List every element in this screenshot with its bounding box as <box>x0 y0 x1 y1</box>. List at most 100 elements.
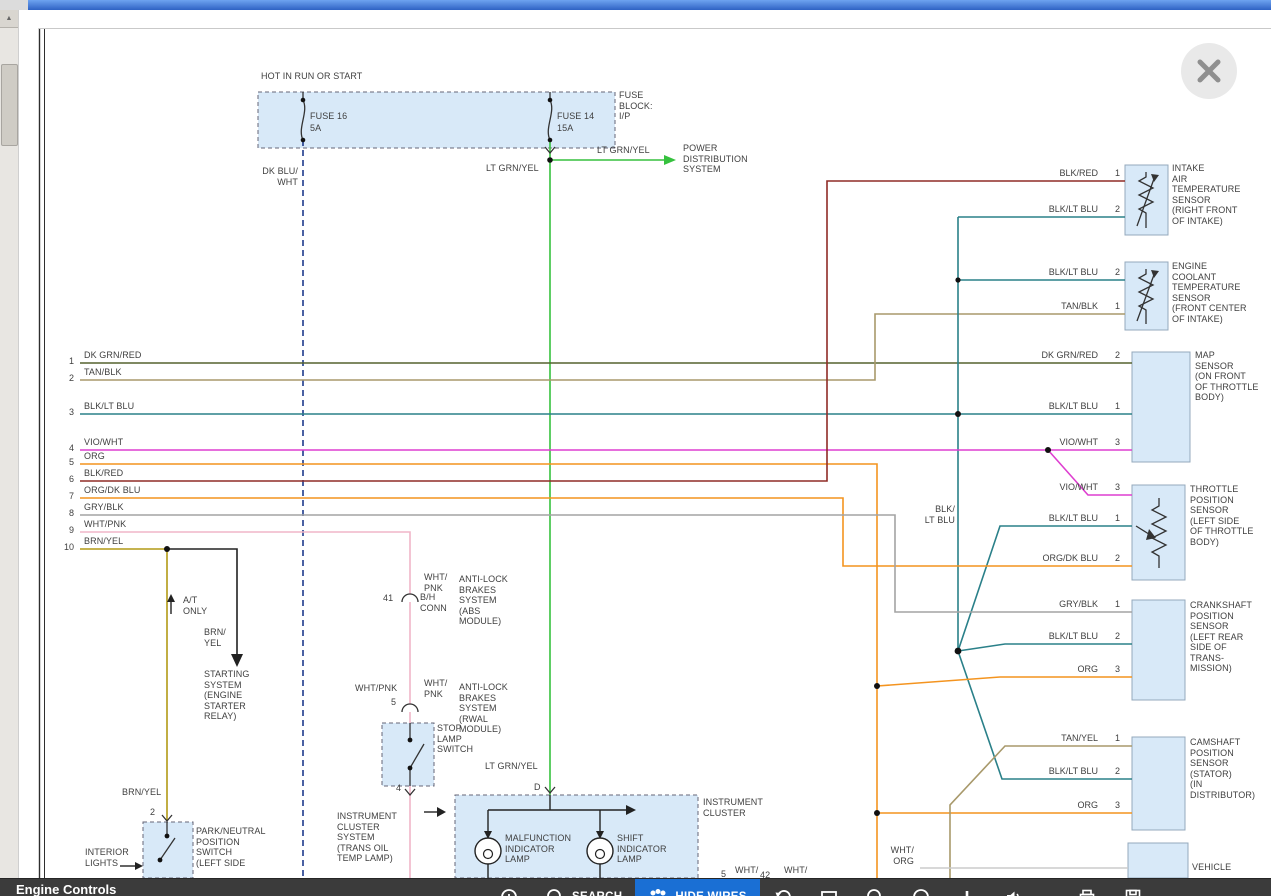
magnifier-button[interactable] <box>852 879 898 896</box>
magnifier-icon <box>865 887 885 896</box>
fit-page-icon <box>819 887 839 896</box>
wire-9-number: 9 <box>58 525 74 535</box>
wire-10-label: BRN/YEL <box>84 536 123 547</box>
wire-5-number: 5 <box>58 457 74 467</box>
bottom-wht-a-label: WHT/ <box>735 865 758 876</box>
conn-41-label: 41 <box>383 593 393 604</box>
undo-button[interactable] <box>760 879 806 896</box>
ckp-pin-3: ORG3 <box>965 664 1120 674</box>
hot-in-run-label: HOT IN RUN OR START <box>261 71 362 82</box>
ect-pin-2: BLK/LT BLU2 <box>965 267 1120 277</box>
title-bar-corner <box>0 0 28 10</box>
brn-yel-mid-label: BRN/ YEL <box>204 627 226 648</box>
fuse14-label: FUSE 14 <box>557 111 594 122</box>
wire-8-label: GRY/BLK <box>84 502 124 513</box>
scrollbar-thumb[interactable] <box>1 64 18 146</box>
wire-blk-red <box>80 181 1125 481</box>
fit-page-button[interactable] <box>806 879 852 896</box>
wire-tan-blk <box>80 314 1125 380</box>
search-button[interactable]: SEARCH <box>532 879 635 896</box>
stop-lamp-switch-symbol <box>408 723 424 786</box>
search-icon <box>545 887 565 896</box>
pn-pin-label: 2 <box>150 807 155 818</box>
wire-3-number: 3 <box>58 407 74 417</box>
printer-icon <box>1077 887 1097 896</box>
lt-grn-yel-bottom-label: LT GRN/YEL <box>485 761 538 772</box>
search-label: SEARCH <box>572 891 622 896</box>
wire-4-number: 4 <box>58 443 74 453</box>
mil-label: MALFUNCTION INDICATOR LAMP <box>505 833 571 865</box>
ckp-sensor-label: CRANKSHAFT POSITION SENSOR (LEFT REAR SI… <box>1190 600 1252 674</box>
hide-wires-button[interactable]: HIDE WIRES <box>635 879 759 896</box>
dk-blu-wht-label: DK BLU/ WHT <box>240 166 298 187</box>
page-edge <box>39 28 1271 878</box>
tps-pin-1: BLK/LT BLU1 <box>965 513 1120 523</box>
print-button[interactable] <box>1064 879 1110 896</box>
close-icon <box>1181 43 1237 99</box>
map-pin-3: VIO/WHT3 <box>965 437 1120 447</box>
wire-5-label: ORG <box>84 451 105 462</box>
fuse-block-label: FUSE BLOCK: I/P <box>619 90 653 122</box>
junction-dots <box>164 157 1051 816</box>
iat-pin-1: BLK/RED1 <box>965 168 1120 178</box>
tps-pin-2: ORG/DK BLU2 <box>965 553 1120 563</box>
wht-org-label: WHT/ ORG <box>882 845 914 866</box>
ckp-pin-2: BLK/LT BLU2 <box>965 631 1120 641</box>
park-neutral-switch-box <box>143 822 193 878</box>
blk-lt-blu-mid-label: BLK/ LT BLU <box>917 504 955 525</box>
wire-3-label: BLK/LT BLU <box>84 401 134 412</box>
tps-potentiometer-symbol <box>1136 498 1166 568</box>
fuse14-amp-label: 15A <box>557 123 573 134</box>
wire-6-label: BLK/RED <box>84 468 123 479</box>
lt-grn-yel-top-label: LT GRN/YEL <box>597 145 650 156</box>
zoom-in-icon <box>499 887 519 896</box>
audio-button[interactable] <box>990 879 1036 896</box>
at-only-label: A/T ONLY <box>183 595 207 616</box>
vertical-scrollbar[interactable]: ▲ <box>0 10 19 878</box>
ect-sensor-label: ENGINE COOLANT TEMPERATURE SENSOR (FRONT… <box>1172 261 1247 324</box>
interior-lights-label: INTERIOR LIGHTS <box>85 847 129 868</box>
map-pin-1: BLK/LT BLU1 <box>965 401 1120 411</box>
cmp-pin-3: ORG3 <box>965 800 1120 810</box>
stop-lamp-switch-box <box>382 723 434 786</box>
zoom-in-button[interactable] <box>486 879 532 896</box>
zoom-out-icon <box>911 887 931 896</box>
wht-pnk-rwal-label: WHT/ PNK <box>424 678 447 699</box>
save-button[interactable] <box>1110 879 1156 896</box>
undo-icon <box>773 887 793 896</box>
wire-lt-grn-yel <box>550 140 676 795</box>
close-button[interactable] <box>1181 43 1237 99</box>
wire-1-label: DK GRN/RED <box>84 350 142 361</box>
wire-6-number: 6 <box>58 474 74 484</box>
thermistor-symbols <box>1137 172 1159 324</box>
starting-system-label: STARTING SYSTEM (ENGINE STARTER RELAY) <box>204 669 249 722</box>
wire-10-number: 10 <box>58 542 74 552</box>
wire-gry-blk <box>80 515 1132 612</box>
stop-lamp-switch-label: STOP LAMP SWITCH <box>437 723 473 755</box>
cmp-pin-2: BLK/LT BLU2 <box>965 766 1120 776</box>
cmp-pin-1: TAN/YEL1 <box>965 733 1120 743</box>
instrument-cluster-system-label: INSTRUMENT CLUSTER SYSTEM (TRANS OIL TEM… <box>337 811 397 864</box>
map-sensor-label: MAP SENSOR (ON FRONT OF THROTTLE BODY) <box>1195 350 1258 403</box>
instrument-cluster-label: INSTRUMENT CLUSTER <box>703 797 763 818</box>
zoom-out-button[interactable] <box>898 879 944 896</box>
wire-2-label: TAN/BLK <box>84 367 122 378</box>
wire-2-number: 2 <box>58 373 74 383</box>
map-pin-2: DK GRN/RED2 <box>965 350 1120 360</box>
power-distribution-label: POWER DISTRIBUTION SYSTEM <box>683 143 748 175</box>
lt-grn-yel-left-label: LT GRN/YEL <box>486 163 539 174</box>
chart-button[interactable] <box>944 879 990 896</box>
tps-sensor-label: THROTTLE POSITION SENSOR (LEFT SIDE OF T… <box>1190 484 1253 547</box>
hide-wires-label: HIDE WIRES <box>675 891 746 896</box>
speaker-icon <box>1003 887 1023 896</box>
tps-pin-3: VIO/WHT3 <box>965 482 1120 492</box>
floppy-icon <box>1123 887 1143 896</box>
ect-pin-1: TAN/BLK1 <box>965 301 1120 311</box>
bh-conn-label: B/H CONN <box>420 592 447 613</box>
wire-9-label: WHT/PNK <box>84 519 126 530</box>
wht-pnk-abs-label: WHT/ PNK <box>424 572 447 593</box>
iat-sensor-label: INTAKE AIR TEMPERATURE SENSOR (RIGHT FRO… <box>1172 163 1240 226</box>
wire-7-number: 7 <box>58 491 74 501</box>
diagram-viewer-window: ▲ <box>0 0 1271 896</box>
scroll-up-button[interactable]: ▲ <box>0 10 18 28</box>
